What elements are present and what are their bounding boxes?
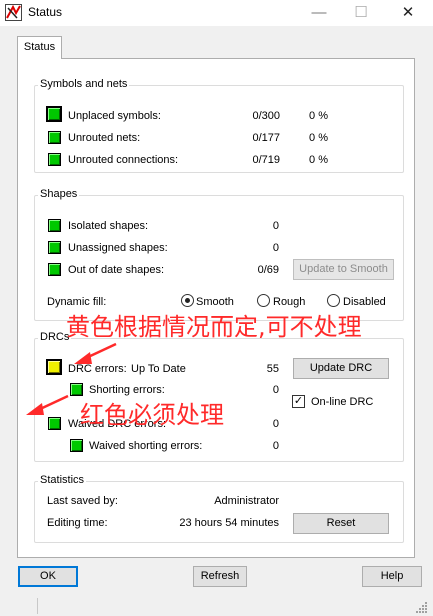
reset-button[interactable]: Reset: [293, 513, 389, 534]
resize-grip-icon[interactable]: [414, 600, 428, 614]
help-button[interactable]: Help: [362, 566, 422, 587]
app-icon: [5, 4, 22, 21]
unrouted-connections-percent: 0 %: [309, 154, 328, 166]
isolated-shapes-value: 0: [272, 220, 279, 232]
unrouted-connections-value: 0/719: [252, 154, 280, 166]
minimize-button[interactable]: —: [302, 0, 336, 26]
red-note-annotation: 红色必须处理: [80, 401, 224, 429]
status-bar-divider: [37, 598, 38, 614]
red-arrow-icon: [74, 342, 117, 364]
rough-radio[interactable]: [257, 294, 270, 307]
ok-button[interactable]: OK: [18, 566, 78, 587]
window-title: Status: [28, 5, 63, 19]
maximize-button[interactable]: ☐: [344, 0, 378, 26]
editing-time-value: 23 hours 54 minutes: [179, 517, 279, 529]
drc-state-text: Up To Date: [131, 363, 186, 375]
yellow-note-annotation: 黄色根据情况而定,可不处理: [66, 313, 362, 341]
smooth-radio[interactable]: [181, 294, 194, 307]
online-drc-checkbox[interactable]: ✓: [292, 395, 305, 408]
group-legend: Statistics: [38, 474, 87, 486]
shorting-errors-value: 0: [272, 384, 279, 396]
unplaced-symbols-percent: 0 %: [309, 110, 328, 122]
waived-shorting-errors-status-icon: [70, 439, 83, 452]
refresh-button[interactable]: Refresh: [193, 566, 247, 587]
drc-errors-value: 55: [266, 363, 279, 375]
unrouted-connections-status-icon: [48, 153, 61, 166]
title-bar: Status — ☐ ✕: [0, 0, 433, 26]
isolated-shapes-status-icon: [48, 219, 61, 232]
out-of-date-shapes-label: Out of date shapes:: [68, 264, 165, 276]
online-drc-label[interactable]: On-line DRC: [311, 396, 373, 408]
waived-drc-errors-value: 0: [272, 418, 279, 430]
editing-time-label: Editing time:: [47, 517, 108, 529]
unassigned-shapes-value: 0: [272, 242, 279, 254]
waived-shorting-errors-value: 0: [272, 440, 279, 452]
drc-errors-status-icon: [46, 359, 62, 375]
waived-shorting-errors-label: Waived shorting errors:: [89, 440, 203, 452]
tab-status[interactable]: Status: [17, 36, 62, 59]
unplaced-symbols-value: 0/300: [252, 110, 280, 122]
group-legend: Shapes: [38, 188, 80, 200]
disabled-radio[interactable]: [327, 294, 340, 307]
unrouted-nets-label: Unrouted nets:: [68, 132, 141, 144]
group-legend: Symbols and nets: [38, 78, 130, 90]
close-button[interactable]: ✕: [391, 0, 425, 26]
red-arrow-icon: [26, 394, 69, 415]
update-drc-button[interactable]: Update DRC: [293, 358, 389, 379]
waived-drc-errors-status-icon: [48, 417, 61, 430]
last-saved-value: Administrator: [214, 495, 279, 507]
unrouted-connections-label: Unrouted connections:: [68, 154, 179, 166]
out-of-date-shapes-value: 0/69: [257, 264, 279, 276]
unassigned-shapes-label: Unassigned shapes:: [68, 242, 168, 254]
update-to-smooth-button[interactable]: Update to Smooth: [293, 259, 394, 280]
out-of-date-shapes-status-icon: [48, 263, 61, 276]
last-saved-label: Last saved by:: [47, 495, 118, 507]
unrouted-nets-value: 0/177: [252, 132, 280, 144]
unassigned-shapes-status-icon: [48, 241, 61, 254]
unplaced-symbols-status-icon: [46, 106, 62, 122]
unplaced-symbols-label: Unplaced symbols:: [68, 110, 161, 122]
unrouted-nets-percent: 0 %: [309, 132, 328, 144]
isolated-shapes-label: Isolated shapes:: [68, 220, 149, 232]
unrouted-nets-status-icon: [48, 131, 61, 144]
status-bar: [0, 594, 433, 616]
